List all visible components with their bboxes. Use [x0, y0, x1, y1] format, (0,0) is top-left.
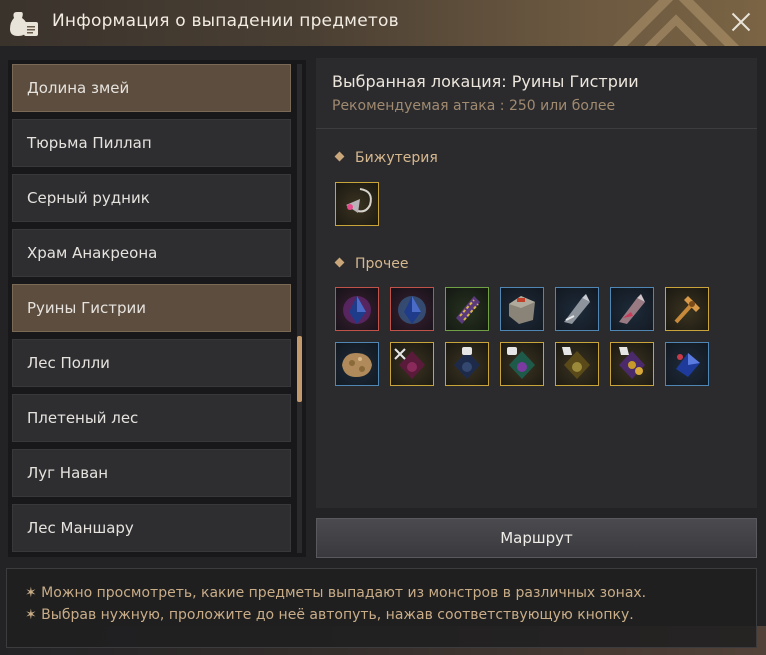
armor-box-green-icon[interactable] — [500, 342, 544, 386]
category-other: Прочее — [334, 256, 409, 272]
drop-info-panel: Выбранная локация: Руины Гистрии Рекомен… — [316, 58, 757, 508]
location-item-pleteny-les[interactable]: Плетеный лес — [12, 394, 291, 442]
window-title: Информация о выпадении предметов — [52, 11, 399, 31]
scrollbar-track[interactable] — [297, 64, 302, 553]
scrollbar-thumb[interactable] — [297, 336, 302, 402]
weapon-box-icon[interactable] — [390, 342, 434, 386]
title-bar: Информация о выпадении предметов — [0, 0, 766, 46]
recommended-attack: Рекомендуемая атака : 250 или более — [332, 98, 616, 114]
accessory-box-icon[interactable] — [610, 342, 654, 386]
location-item-lug-navan[interactable]: Луг Наван — [12, 449, 291, 497]
route-button[interactable]: Маршрут — [316, 518, 757, 558]
loot-bag-icon — [8, 8, 40, 38]
location-item-hram-anakreona[interactable]: Храм Анакреона — [12, 229, 291, 277]
location-item-serny-rudnik[interactable]: Серный рудник — [12, 174, 291, 222]
info-line-2: ✶ Выбрав нужную, проложите до неё автопу… — [25, 607, 634, 623]
scroll-icon[interactable] — [445, 287, 489, 331]
location-item-dolina-zmey[interactable]: Долина змей — [12, 64, 291, 112]
location-item-les-manshary[interactable]: Лес Маншару — [12, 504, 291, 552]
info-box: ✶ Можно просмотреть, какие предметы выпа… — [6, 568, 757, 648]
category-label: Прочее — [355, 256, 409, 272]
info-line-1: ✶ Можно просмотреть, какие предметы выпа… — [25, 585, 647, 601]
main-area: Долина змей Тюрьма Пиллап Серный рудник … — [0, 46, 766, 655]
location-item-ruiny-gistrii[interactable]: Руины Гистрии — [12, 284, 291, 332]
location-header: Выбранная локация: Руины Гистрии Рекомен… — [316, 58, 757, 129]
diamond-bullet-icon — [334, 151, 345, 162]
location-list: Долина змей Тюрьма Пиллап Серный рудник … — [8, 60, 306, 557]
blue-crystal-icon[interactable] — [665, 342, 709, 386]
red-crystal-icon[interactable] — [390, 287, 434, 331]
earring-icon[interactable] — [335, 182, 379, 226]
armor-box-icon[interactable] — [445, 342, 489, 386]
ore-icon[interactable] — [335, 342, 379, 386]
close-icon[interactable] — [730, 11, 752, 33]
location-item-tyurma-pillap[interactable]: Тюрьма Пиллап — [12, 119, 291, 167]
selected-location-title: Выбранная локация: Руины Гистрии — [332, 72, 639, 91]
red-arrowhead-icon[interactable] — [610, 287, 654, 331]
diamond-bullet-icon — [334, 257, 345, 268]
hammer-icon[interactable] — [665, 287, 709, 331]
red-crystal-icon[interactable] — [335, 287, 379, 331]
glove-box-icon[interactable] — [555, 342, 599, 386]
arrowhead-icon[interactable] — [555, 287, 599, 331]
location-item-les-polli[interactable]: Лес Полли — [12, 339, 291, 387]
category-jewelry: Бижутерия — [334, 150, 438, 166]
category-label: Бижутерия — [355, 150, 438, 166]
stone-icon[interactable] — [500, 287, 544, 331]
